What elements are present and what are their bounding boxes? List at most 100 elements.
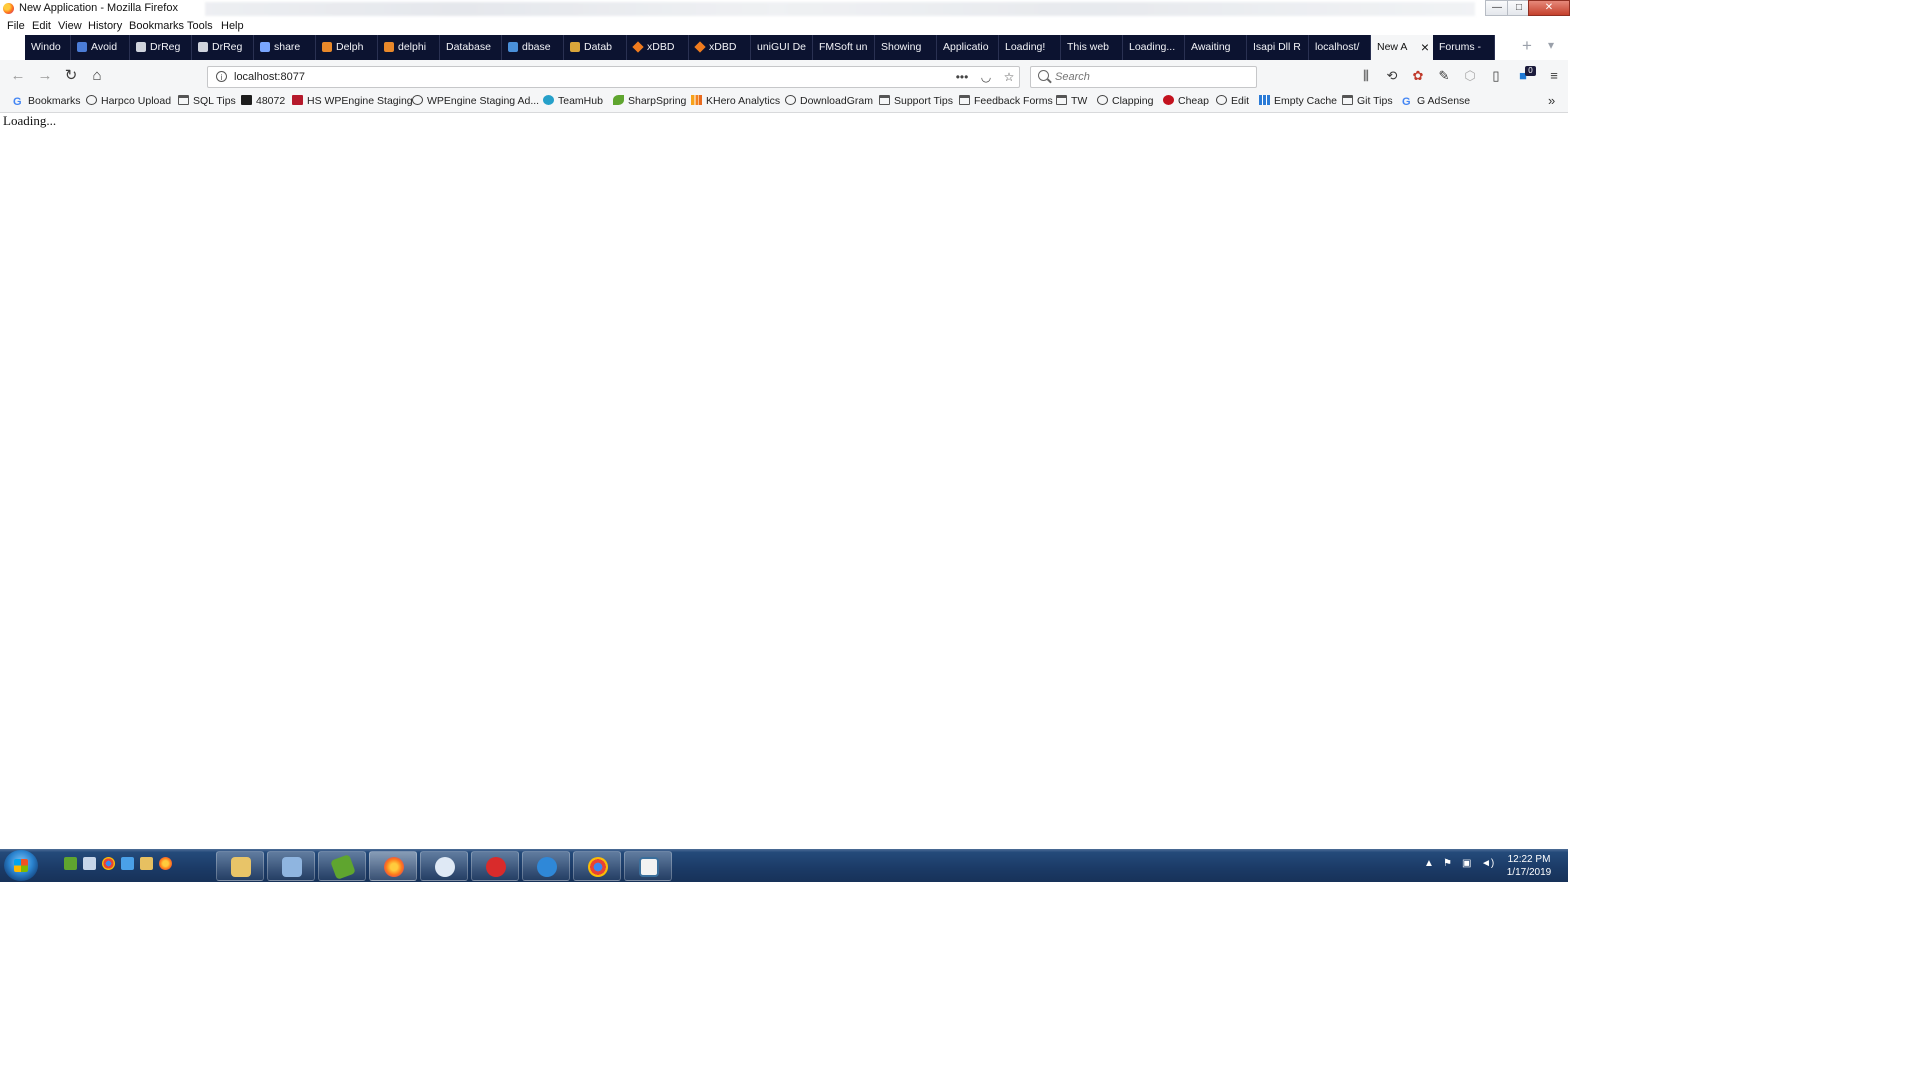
- tab-14[interactable]: Showing: [875, 35, 937, 60]
- tab-10[interactable]: xDBD: [627, 35, 689, 60]
- tab-list-chevron-icon[interactable]: ▾: [1548, 38, 1554, 52]
- pocket-icon[interactable]: ◡: [978, 70, 994, 84]
- bookmark-item[interactable]: Support Tips: [879, 95, 953, 107]
- hamburger-menu-icon[interactable]: ≡: [1545, 67, 1563, 85]
- start-button[interactable]: [4, 850, 38, 881]
- system-clock[interactable]: 12:22 PM 1/17/2019: [1494, 853, 1564, 879]
- network-icon[interactable]: ▣: [1462, 858, 1471, 869]
- bookmark-item[interactable]: Empty Cache: [1259, 95, 1337, 107]
- reload-button[interactable]: ↻: [62, 67, 80, 85]
- minimize-button[interactable]: —: [1485, 0, 1509, 16]
- tab-4[interactable]: share: [254, 35, 316, 60]
- forward-button[interactable]: →: [36, 67, 54, 85]
- quicklaunch-folder-icon[interactable]: [140, 857, 153, 870]
- tab-label: dbase: [522, 41, 551, 53]
- adblock-icon[interactable]: ⬡: [1461, 67, 1479, 85]
- taskbar-ie[interactable]: [522, 851, 570, 881]
- tab-1[interactable]: Avoid: [71, 35, 130, 60]
- home-button[interactable]: ⌂: [88, 67, 106, 85]
- tab-23[interactable]: Forums -: [1433, 35, 1495, 60]
- close-button[interactable]: ✕: [1528, 0, 1570, 16]
- menu-help[interactable]: Help: [221, 20, 244, 32]
- bookmark-item[interactable]: DownloadGram: [785, 95, 873, 107]
- tab-7[interactable]: Database: [440, 35, 502, 60]
- tab-21[interactable]: localhost/: [1309, 35, 1371, 60]
- taskbar-delphi[interactable]: [471, 851, 519, 881]
- menu-tools[interactable]: Tools: [187, 20, 213, 32]
- taskbar-firefox[interactable]: [369, 851, 417, 881]
- bookmark-item[interactable]: SharpSpring: [613, 95, 686, 107]
- bookmark-item[interactable]: Clapping: [1097, 95, 1153, 107]
- dropper-icon[interactable]: ✎: [1435, 67, 1453, 85]
- quicklaunch-desktop-icon[interactable]: [121, 857, 134, 870]
- tray-expand-icon[interactable]: ▲: [1424, 858, 1434, 869]
- bookmark-item[interactable]: G G AdSense: [1402, 95, 1470, 108]
- site-info-icon[interactable]: i: [216, 71, 227, 82]
- taskbar-explorer[interactable]: [216, 851, 264, 881]
- action-center-flag-icon[interactable]: ⚑: [1443, 858, 1452, 869]
- url-bar[interactable]: i localhost:8077 ••• ◡ ☆: [207, 66, 1020, 88]
- bookmark-item[interactable]: WPEngine Staging Ad...: [412, 95, 539, 107]
- menu-history[interactable]: History: [88, 20, 122, 32]
- tab-15[interactable]: Applicatio: [937, 35, 999, 60]
- tab-18[interactable]: Loading...: [1123, 35, 1185, 60]
- bookmark-label: Git Tips: [1357, 95, 1393, 107]
- tab-22[interactable]: New A ×: [1371, 35, 1433, 60]
- quicklaunch-app-icon[interactable]: [64, 857, 77, 870]
- page-actions-icon[interactable]: •••: [954, 70, 970, 84]
- bookmark-item[interactable]: Cheap: [1163, 95, 1209, 107]
- sidebar-icon[interactable]: ▯: [1487, 67, 1505, 85]
- bookmark-item[interactable]: TW: [1056, 95, 1087, 107]
- quicklaunch-chrome-icon[interactable]: [102, 857, 115, 870]
- bookmark-item[interactable]: G Bookmarks: [13, 95, 81, 108]
- bookmark-item[interactable]: HS WPEngine Staging: [292, 95, 413, 107]
- bookmark-item[interactable]: SQL Tips: [178, 95, 236, 107]
- tab-19[interactable]: Awaiting: [1185, 35, 1247, 60]
- bookmark-star-icon[interactable]: ☆: [1001, 70, 1017, 84]
- tab-17[interactable]: This web: [1061, 35, 1123, 60]
- tab-11[interactable]: xDBD: [689, 35, 751, 60]
- bookmark-item[interactable]: Harpco Upload: [86, 95, 171, 107]
- history-icon[interactable]: ⟲: [1383, 67, 1401, 85]
- menu-edit[interactable]: Edit: [32, 20, 51, 32]
- taskbar-chrome[interactable]: [573, 851, 621, 881]
- addon-icon[interactable]: ✿: [1409, 67, 1427, 85]
- tab-20[interactable]: Isapi Dll R: [1247, 35, 1309, 60]
- tab-13[interactable]: FMSoft un: [813, 35, 875, 60]
- tab-12[interactable]: uniGUI De: [751, 35, 813, 60]
- search-bar[interactable]: [1030, 66, 1257, 88]
- new-tab-button[interactable]: +: [1518, 37, 1536, 55]
- bookmark-label: WPEngine Staging Ad...: [427, 95, 540, 107]
- taskbar-control-panel[interactable]: [267, 851, 315, 881]
- tab-9[interactable]: Datab: [564, 35, 627, 60]
- menu-view[interactable]: View: [58, 20, 82, 32]
- tab-8[interactable]: dbase: [502, 35, 564, 60]
- tab-label: share: [274, 41, 301, 53]
- quicklaunch-rdp-icon[interactable]: [83, 857, 96, 870]
- bookmark-item[interactable]: KHero Analytics: [691, 95, 780, 107]
- taskbar-window-app[interactable]: [624, 851, 672, 881]
- menu-bookmarks[interactable]: Bookmarks: [129, 20, 184, 32]
- bookmark-item[interactable]: Git Tips: [1342, 95, 1393, 107]
- tab-6[interactable]: delphi: [378, 35, 440, 60]
- bookmark-item[interactable]: TeamHub: [543, 95, 603, 107]
- tab-5[interactable]: Delph: [316, 35, 378, 60]
- bookmarks-overflow-chevron-icon[interactable]: »: [1548, 93, 1555, 108]
- menu-file[interactable]: File: [7, 20, 25, 32]
- bookmark-item[interactable]: Feedback Forms: [959, 95, 1053, 107]
- bookmark-item[interactable]: Edit: [1216, 95, 1249, 107]
- library-icon[interactable]: ⫼: [1357, 67, 1375, 85]
- tab-2[interactable]: DrReg: [130, 35, 192, 60]
- volume-icon[interactable]: ◄): [1481, 858, 1494, 869]
- taskbar-thunderbird[interactable]: [420, 851, 468, 881]
- back-button[interactable]: ←: [9, 67, 27, 85]
- bookmark-item[interactable]: 48072: [241, 95, 285, 107]
- quicklaunch-firefox-icon[interactable]: [159, 857, 172, 870]
- url-text[interactable]: localhost:8077: [234, 71, 305, 83]
- tab-close-icon[interactable]: ×: [1421, 35, 1429, 60]
- tab-16[interactable]: Loading!: [999, 35, 1061, 60]
- tab-3[interactable]: DrReg: [192, 35, 254, 60]
- taskbar-green-app[interactable]: [318, 851, 366, 881]
- tab-0[interactable]: Windo: [25, 35, 71, 60]
- search-input[interactable]: [1055, 70, 1245, 84]
